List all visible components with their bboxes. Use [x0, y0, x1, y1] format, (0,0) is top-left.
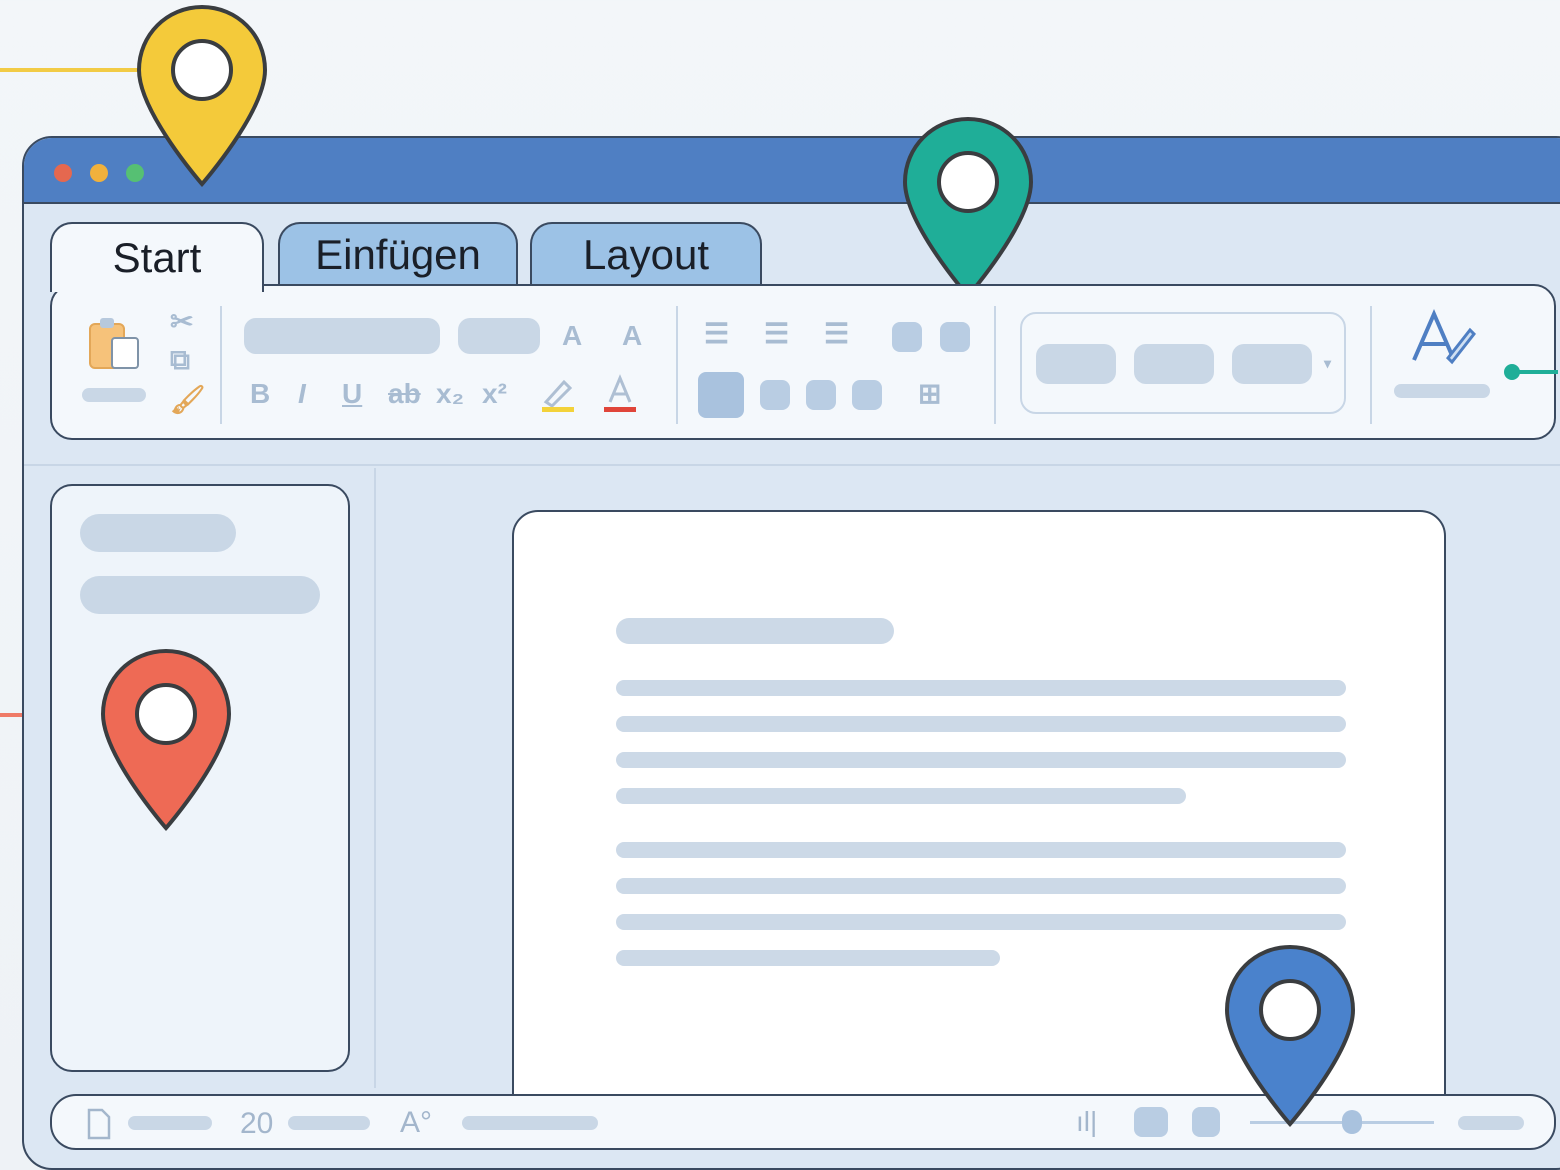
- numbering-icon[interactable]: ☰: [764, 320, 789, 348]
- bullets-icon[interactable]: ☰: [704, 320, 729, 348]
- decrease-indent-button[interactable]: [892, 322, 922, 352]
- teal-map-pin-icon: [902, 116, 1034, 300]
- format-painter-icon[interactable]: 🖌: [170, 386, 206, 414]
- bold-icon[interactable]: B: [250, 380, 270, 408]
- strikethrough-icon[interactable]: ab: [388, 380, 421, 408]
- minimize-window-button[interactable]: [90, 164, 108, 182]
- tab-start[interactable]: Start: [50, 222, 264, 292]
- ribbon-divider: [24, 464, 1560, 466]
- text-line-placeholder: [616, 914, 1346, 930]
- cut-icon[interactable]: ✂: [170, 308, 193, 336]
- yellow-connector-line: [0, 68, 150, 72]
- text-line-placeholder: [616, 950, 1000, 966]
- text-line-placeholder: [616, 752, 1346, 768]
- underline-icon[interactable]: U: [342, 380, 362, 408]
- style-item[interactable]: [1134, 344, 1214, 384]
- subscript-icon[interactable]: x₂: [436, 380, 464, 408]
- ribbon-separator: [1370, 306, 1372, 424]
- zoom-level-placeholder: [1458, 1116, 1524, 1130]
- styles-label-placeholder: [1394, 384, 1490, 398]
- paste-icon[interactable]: [86, 314, 144, 372]
- text-line-placeholder: [616, 680, 1346, 696]
- paragraph-settings-icon[interactable]: ⊞: [918, 380, 941, 408]
- chevron-down-icon[interactable]: ▾: [1324, 356, 1331, 370]
- word-count-label-placeholder: [288, 1116, 370, 1130]
- close-window-button[interactable]: [54, 164, 72, 182]
- ribbon-separator: [676, 306, 678, 424]
- text-line-placeholder: [616, 842, 1346, 858]
- style-item[interactable]: [1232, 344, 1312, 384]
- tab-einfuegen[interactable]: Einfügen: [278, 222, 518, 286]
- ribbon-toolbar: ✂ ⧉ 🖌 A A B I U ab x₂ x² ☰ ☰ ☰ ⊞ ▾: [50, 284, 1558, 440]
- web-layout-button[interactable]: [1192, 1107, 1220, 1137]
- align-left-button[interactable]: [698, 372, 744, 418]
- teal-connector-line: [1518, 370, 1558, 374]
- italic-icon[interactable]: I: [298, 380, 306, 408]
- page-count-placeholder: [128, 1116, 212, 1130]
- blue-map-pin-icon: [1224, 944, 1356, 1128]
- grow-font-icon[interactable]: A: [562, 322, 582, 350]
- proofing-icon[interactable]: A°: [400, 1108, 432, 1138]
- multilevel-list-icon[interactable]: ☰: [824, 320, 849, 348]
- pane-divider: [374, 468, 376, 1088]
- red-map-pin-icon: [100, 648, 232, 832]
- text-line-placeholder: [616, 878, 1346, 894]
- document-heading-placeholder: [616, 618, 894, 644]
- styles-icon[interactable]: [1408, 308, 1478, 374]
- nav-item-placeholder[interactable]: [80, 576, 320, 614]
- print-layout-button[interactable]: [1134, 1107, 1168, 1137]
- superscript-icon[interactable]: x²: [482, 380, 507, 408]
- word-count[interactable]: 20: [240, 1109, 273, 1139]
- copy-icon[interactable]: ⧉: [170, 346, 190, 374]
- increase-indent-button[interactable]: [940, 322, 970, 352]
- ribbon-separator: [994, 306, 996, 424]
- align-right-button[interactable]: [806, 380, 836, 410]
- font-family-dropdown[interactable]: [244, 318, 440, 354]
- language-placeholder: [462, 1116, 598, 1130]
- align-center-button[interactable]: [760, 380, 790, 410]
- yellow-map-pin-icon: [136, 4, 268, 188]
- font-size-dropdown[interactable]: [458, 318, 540, 354]
- text-line-placeholder: [616, 716, 1346, 732]
- nav-item-placeholder[interactable]: [80, 514, 236, 552]
- shrink-font-icon[interactable]: A: [622, 322, 642, 350]
- document-icon[interactable]: [86, 1108, 112, 1140]
- justify-button[interactable]: [852, 380, 882, 410]
- style-item[interactable]: [1036, 344, 1116, 384]
- highlight-icon[interactable]: [538, 374, 578, 414]
- font-color-icon[interactable]: [600, 374, 640, 414]
- tab-layout[interactable]: Layout: [530, 222, 762, 286]
- ribbon-separator: [220, 306, 222, 424]
- paste-label-placeholder: [82, 388, 146, 402]
- styles-gallery[interactable]: ▾: [1020, 312, 1346, 414]
- text-line-placeholder: [616, 788, 1186, 804]
- focus-mode-icon[interactable]: ıl|: [1076, 1108, 1097, 1136]
